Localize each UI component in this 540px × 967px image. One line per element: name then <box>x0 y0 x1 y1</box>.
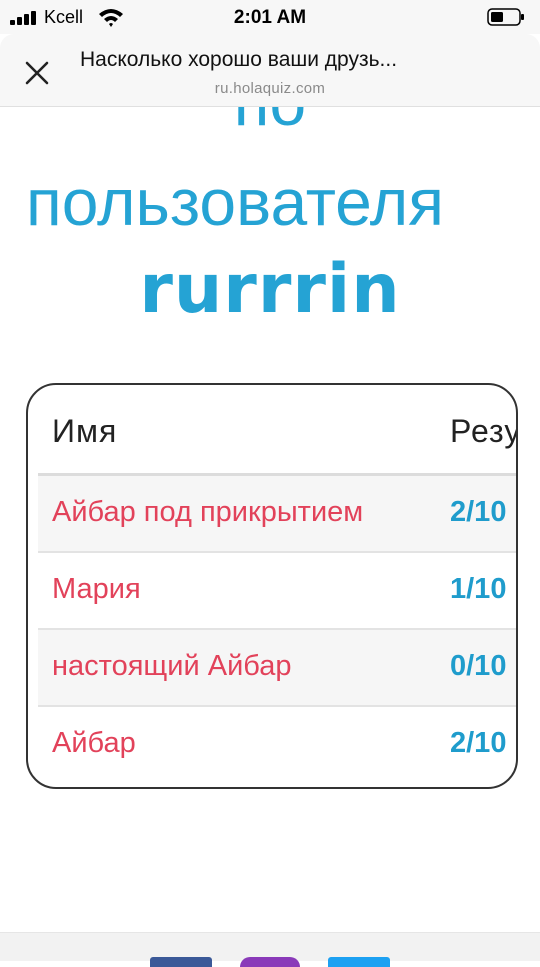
row-score: 2/10 <box>450 727 507 759</box>
row-name: Мария <box>52 573 141 605</box>
instagram-share-button[interactable] <box>240 957 300 967</box>
page-title: Насколько хорошо ваши друзь... <box>80 48 398 71</box>
results-table: Имя Результат Айбар под прикрытием 2/10 … <box>38 385 518 782</box>
row-name: настоящий Айбар <box>52 650 292 682</box>
row-score: 1/10 <box>450 573 507 605</box>
table-row: Мария 1/10 <box>38 553 516 630</box>
row-score: 2/10 <box>450 496 507 528</box>
table-header: Имя Результат <box>38 385 518 476</box>
results-card[interactable]: Имя Результат Айбар под прикрытием 2/10 … <box>26 383 518 789</box>
share-bar <box>0 932 540 967</box>
clock: 2:01 AM <box>233 7 307 28</box>
table-row: настоящий Айбар 0/10 <box>38 630 516 707</box>
heading-line-2: пользователя <box>26 165 444 239</box>
battery-icon <box>487 8 524 26</box>
browser-header: Насколько хорошо ваши друзь... ru.holaqu… <box>0 34 540 107</box>
twitter-share-button[interactable] <box>328 957 390 967</box>
facebook-share-button[interactable] <box>150 957 212 967</box>
column-header-name: Имя <box>52 413 118 449</box>
username-heading: rurrrin <box>139 250 401 329</box>
row-name: Айбар <box>52 727 136 759</box>
status-bar: Kcell 2:01 AM <box>0 0 540 34</box>
page-url: ru.holaquiz.com <box>214 80 326 97</box>
table-row: Айбар 2/10 <box>38 707 516 782</box>
page-content[interactable]: по пользователя rurrrin Имя Результат Ай… <box>0 107 540 932</box>
table-row: Айбар под прикрытием 2/10 <box>38 476 516 553</box>
close-icon[interactable] <box>20 56 54 90</box>
row-name: Айбар под прикрытием <box>52 496 364 528</box>
row-score: 0/10 <box>450 650 507 682</box>
heading-line-1: по <box>0 107 540 135</box>
column-header-score: Результат <box>450 413 518 449</box>
